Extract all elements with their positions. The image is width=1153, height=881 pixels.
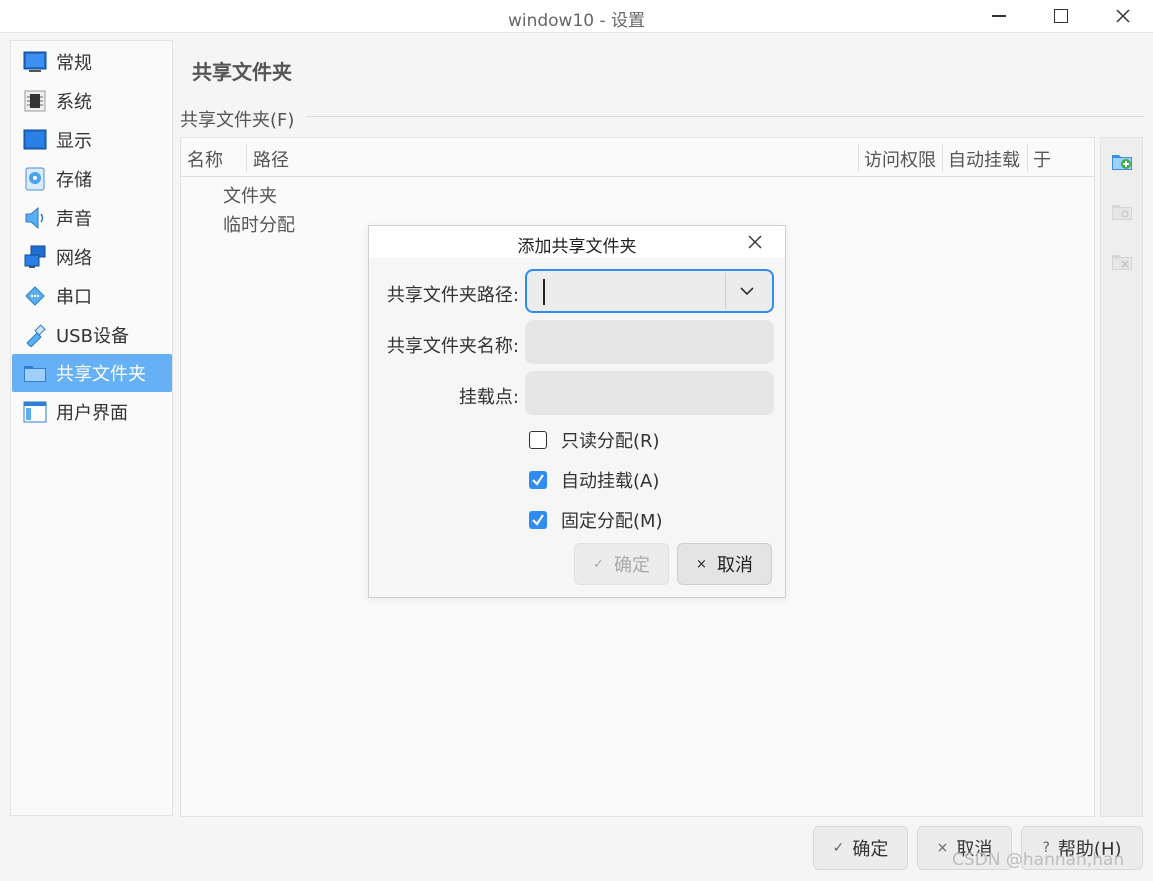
sidebar-item-label: USB设备 <box>56 326 129 347</box>
sidebar-item-label: 显示 <box>56 131 92 152</box>
sidebar-item-serial[interactable]: 串口 <box>12 277 172 315</box>
column-header-automount[interactable]: 自动挂载 <box>948 146 1020 172</box>
display-icon <box>23 128 47 152</box>
watermark: CSDN @hannan,han <box>952 850 1125 870</box>
page-title: 共享文件夹 <box>192 60 292 84</box>
folder-name-input[interactable] <box>525 320 774 364</box>
chevron-down-icon[interactable] <box>739 283 755 299</box>
minimize-icon <box>992 15 1006 17</box>
dialog-title: 添加共享文件夹 <box>517 237 637 257</box>
column-separator <box>246 144 247 172</box>
sidebar-item-storage[interactable]: 存储 <box>12 160 172 198</box>
folder-path-combobox[interactable] <box>525 269 774 313</box>
checkbox-label: 自动挂载(A) <box>561 471 660 492</box>
column-header-at[interactable]: 于 <box>1033 146 1051 172</box>
mount-point-field[interactable] <box>525 371 774 415</box>
dialog-cancel-button[interactable]: × 取消 <box>677 543 772 585</box>
column-header-access[interactable]: 访问权限 <box>864 146 936 172</box>
dialog-ok-button[interactable]: ✓ 确定 <box>574 543 669 585</box>
sidebar-item-usb[interactable]: USB设备 <box>12 316 172 354</box>
checkbox-unchecked-icon[interactable] <box>529 431 547 449</box>
folder-name-label: 共享文件夹名称: <box>386 336 519 357</box>
edit-folder-button[interactable] <box>1111 200 1133 222</box>
dialog-titlebar: 添加共享文件夹 <box>369 226 785 258</box>
minimize-button[interactable] <box>974 0 1024 32</box>
remove-folder-button[interactable] <box>1111 250 1133 272</box>
column-header-path[interactable]: 路径 <box>253 146 289 172</box>
ok-button[interactable]: ✓ 确定 <box>813 826 908 870</box>
edit-folder-icon <box>1112 205 1132 220</box>
auto-mount-checkbox[interactable]: 自动挂载(A) <box>529 467 659 493</box>
check-icon: ✓ <box>593 556 604 572</box>
close-icon: × <box>696 556 707 572</box>
close-button[interactable] <box>1098 0 1148 32</box>
sidebar-item-label: 存储 <box>56 170 92 191</box>
close-icon <box>748 235 762 249</box>
folder-path-label: 共享文件夹路径: <box>386 285 519 306</box>
sidebar-item-label: 网络 <box>56 248 92 269</box>
text-caret <box>543 279 545 305</box>
sidebar-item-label: 声音 <box>56 209 92 230</box>
sidebar-item-label: 用户界面 <box>56 403 128 424</box>
add-folder-button[interactable] <box>1111 150 1133 172</box>
tree-item-machine-folders[interactable]: 文件夹 <box>223 182 277 208</box>
column-separator <box>858 144 859 172</box>
folder-toolbar <box>1100 137 1143 817</box>
network-icon <box>23 245 47 269</box>
check-icon: ✓ <box>832 840 845 856</box>
column-separator <box>942 144 943 172</box>
sidebar-item-shared-folders[interactable]: 共享文件夹 <box>12 354 172 392</box>
sidebar-item-display[interactable]: 显示 <box>12 121 172 159</box>
sidebar-item-label: 系统 <box>56 92 92 113</box>
dropdown-separator <box>725 273 726 309</box>
close-icon <box>1116 9 1130 23</box>
sidebar-item-general[interactable]: 常规 <box>12 43 172 81</box>
header-divider <box>181 176 1094 177</box>
add-folder-icon <box>1112 155 1132 170</box>
disk-icon <box>23 167 47 191</box>
monitor-icon <box>23 50 47 74</box>
maximize-icon <box>1054 9 1068 23</box>
serial-port-icon <box>23 284 47 308</box>
tree-item-transient-folders[interactable]: 临时分配 <box>223 211 295 237</box>
permanent-checkbox[interactable]: 固定分配(M) <box>529 507 663 533</box>
maximize-button[interactable] <box>1036 0 1086 32</box>
sidebar-item-system[interactable]: 系统 <box>12 82 172 120</box>
dialog-ok-label: 确定 <box>613 555 650 576</box>
checkbox-label: 只读分配(R) <box>561 431 660 452</box>
remove-folder-icon <box>1112 255 1132 270</box>
sidebar-item-label: 共享文件夹 <box>56 364 146 385</box>
checkbox-checked-icon[interactable] <box>529 511 547 529</box>
sidebar-item-label: 串口 <box>56 287 92 308</box>
folder-icon <box>23 361 47 385</box>
usb-icon <box>23 323 47 347</box>
window-titlebar: window10 - 设置 <box>0 0 1153 33</box>
close-icon: × <box>936 840 949 856</box>
sidebar-item-label: 常规 <box>56 53 92 74</box>
add-shared-folder-dialog: 添加共享文件夹 共享文件夹路径: 共享文件夹名称: 挂载点: 只读分配(R) 自… <box>368 225 786 598</box>
checkbox-label: 固定分配(M) <box>561 511 663 532</box>
checkbox-checked-icon[interactable] <box>529 471 547 489</box>
column-header-name[interactable]: 名称 <box>187 146 223 172</box>
chip-icon <box>23 89 47 113</box>
window-layout-icon <box>23 400 47 424</box>
dialog-close-button[interactable] <box>743 230 767 254</box>
read-only-checkbox[interactable]: 只读分配(R) <box>529 427 660 453</box>
mount-point-label: 挂载点: <box>458 387 519 408</box>
column-separator <box>1027 144 1028 172</box>
sidebar-item-audio[interactable]: 声音 <box>12 199 172 237</box>
folder-name-field[interactable] <box>525 320 774 364</box>
mount-point-input[interactable] <box>525 371 774 415</box>
group-divider <box>306 116 1144 117</box>
sidebar-item-network[interactable]: 网络 <box>12 238 172 276</box>
sidebar-item-user-interface[interactable]: 用户界面 <box>12 393 172 431</box>
ok-button-label: 确定 <box>852 839 889 860</box>
dialog-cancel-label: 取消 <box>716 555 753 576</box>
settings-sidebar: 常规 系统 显示 存储 声音 网络 串口 USB设备 共享文件夹 用户界面 <box>10 40 173 816</box>
speaker-icon <box>23 206 47 230</box>
group-label: 共享文件夹(F) <box>180 110 295 131</box>
